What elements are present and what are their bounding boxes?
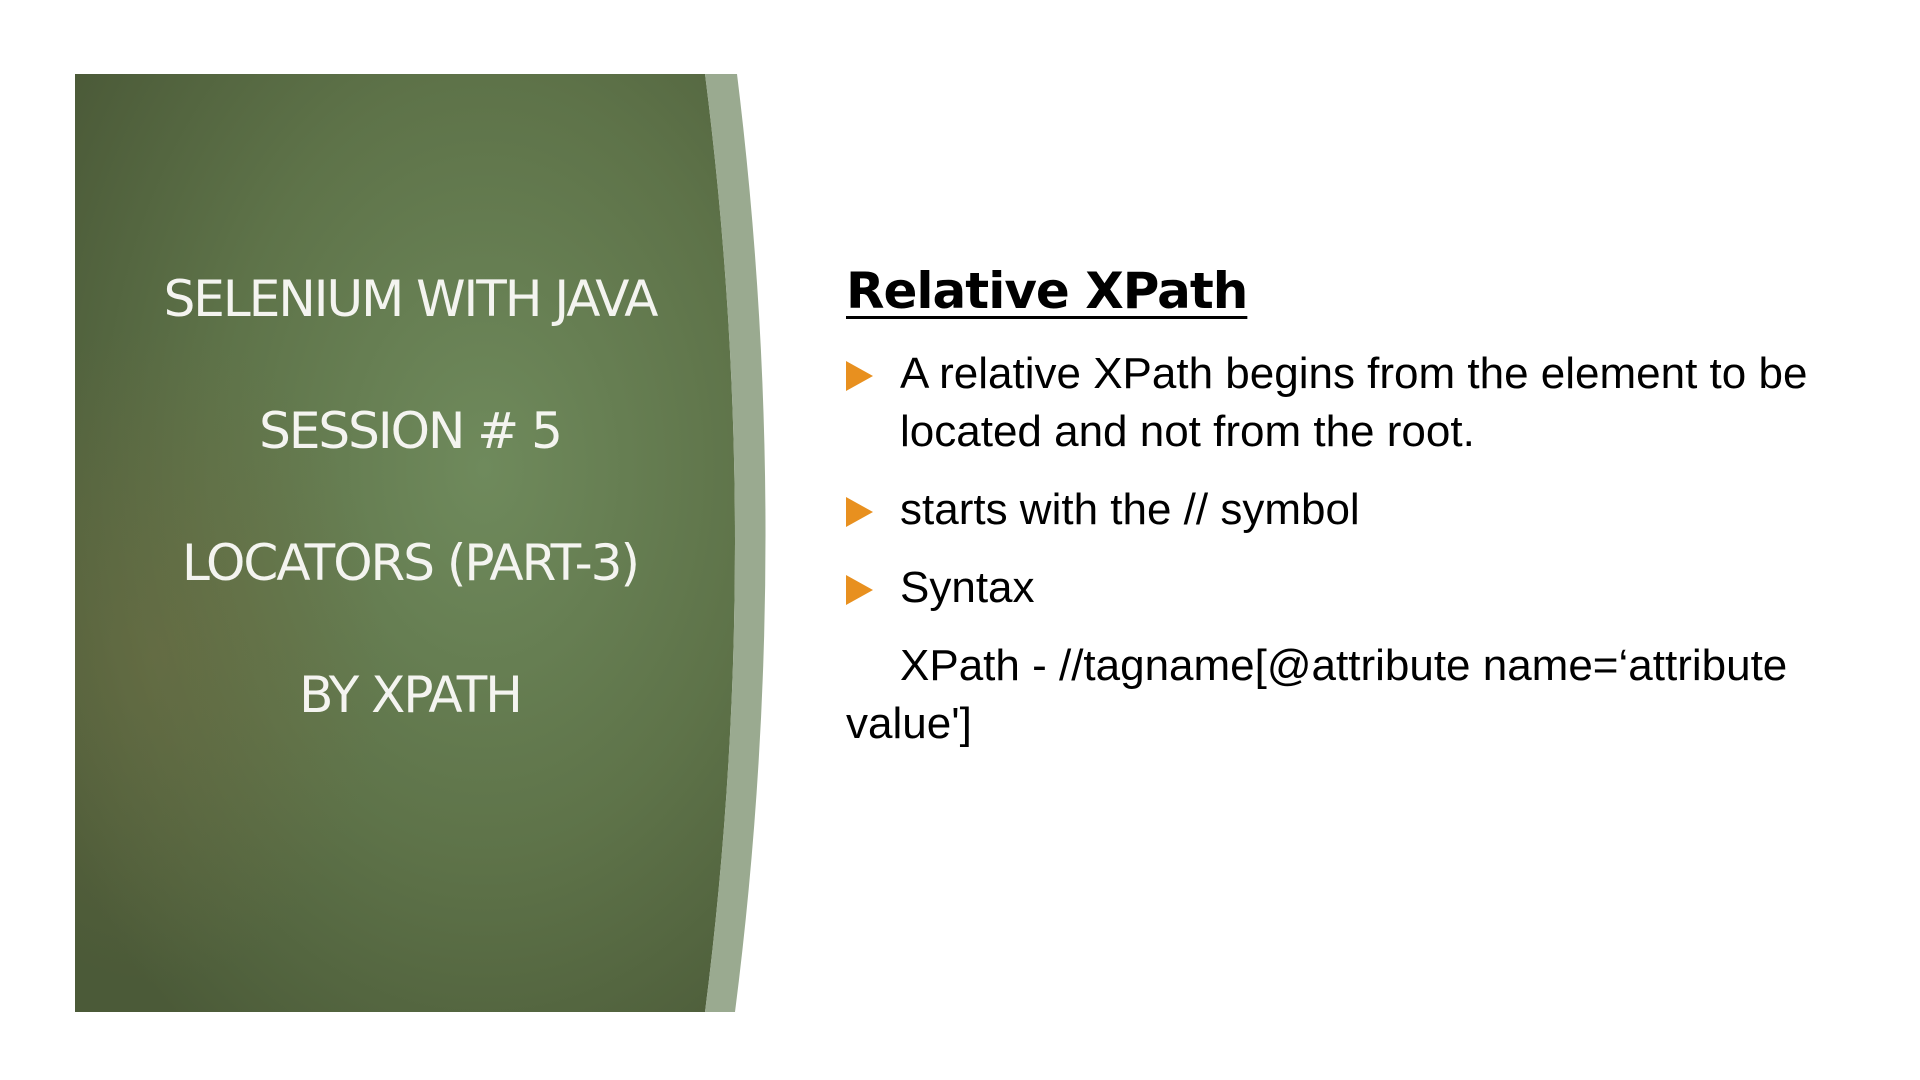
content-area: Relative XPath A relative XPath begins f… (846, 255, 1906, 753)
bullet-text: Syntax (900, 563, 1035, 612)
triangle-right-icon (846, 497, 873, 527)
course-title: SELENIUM WITH JAVA (163, 270, 659, 328)
subtopic-title: BY XPATH (299, 666, 523, 724)
slide: SELENIUM WITH JAVA SESSION # 5 LOCATORS … (0, 0, 1920, 1080)
bullet-item: starts with the // symbol (846, 481, 1906, 539)
bullet-list: A relative XPath begins from the element… (846, 345, 1906, 617)
bullet-item: A relative XPath begins from the element… (846, 345, 1906, 461)
bullet-item: Syntax (846, 559, 1906, 617)
title-panel: SELENIUM WITH JAVA SESSION # 5 LOCATORS … (75, 74, 775, 1012)
triangle-right-icon (846, 361, 873, 391)
content-heading: Relative XPath (846, 262, 1248, 320)
topic-title: LOCATORS (PART-3) (181, 534, 640, 592)
syntax-example: XPath - //tagname[@attribute name=‘attri… (846, 641, 1788, 748)
triangle-right-icon (846, 575, 873, 605)
session-number: SESSION # 5 (259, 402, 563, 460)
bullet-text: A relative XPath begins from the element… (900, 349, 1808, 456)
bullet-text: starts with the // symbol (900, 485, 1360, 534)
